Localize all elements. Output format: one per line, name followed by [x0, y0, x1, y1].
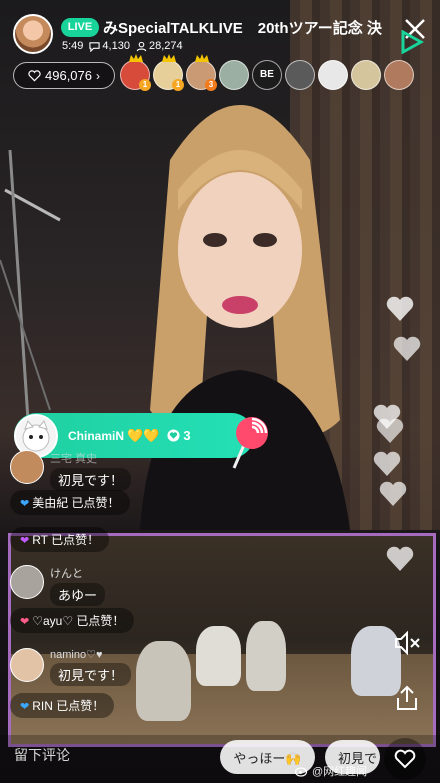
chat-like-bubble: ❤ RIN 已点赞！: [10, 693, 115, 718]
chat-like: ❤ 美由紀 已点赞！: [10, 490, 130, 515]
chat-text-block: けんと あゆー: [50, 565, 106, 606]
chat-like-text: ♡ayu♡ 已点赞！: [32, 614, 125, 628]
rank-badge: 1: [139, 79, 151, 91]
chat-like-text: 美由紀 已点赞！: [32, 496, 120, 510]
share-icon[interactable]: [393, 684, 421, 712]
top-viewer-list: 1 1 3 BE: [120, 54, 414, 91]
weibo-icon: [295, 767, 308, 777]
rank-badge: 3: [205, 79, 217, 91]
likes-value: 496,076: [45, 68, 92, 83]
chat-message: namino♡♥ 初見です！: [10, 648, 132, 686]
chat-message: 三宅 真史 初見です！: [10, 450, 132, 491]
heart-icon: ❤: [20, 535, 30, 547]
crown-icon: [195, 54, 209, 62]
gift-count-value: 3: [183, 428, 191, 443]
crown-icon: [162, 54, 176, 62]
pip-person-figure: [136, 641, 191, 721]
rank-badge: 1: [172, 79, 184, 91]
gift-sender-name: ChinamiN: [68, 428, 125, 443]
likes-counter[interactable]: 496,076 ›: [13, 62, 115, 89]
chat-message-body: 三宅 真史 初見です！: [10, 450, 132, 491]
heart-outline-icon: [28, 69, 41, 81]
chat-username: 三宅 真史: [50, 453, 98, 465]
host-avatar[interactable]: [13, 14, 53, 54]
elapsed-time: 5:49: [62, 40, 84, 52]
gift-hearts: 💛💛: [127, 427, 160, 443]
like-button[interactable]: [384, 738, 426, 780]
heart-icon: ❤: [20, 498, 30, 510]
viewer-avatar[interactable]: [219, 60, 249, 90]
heart-icon: ❤: [20, 701, 30, 713]
chat-like-bubble: ❤ 美由紀 已点赞！: [10, 490, 130, 515]
viewer-avatar-be[interactable]: BE: [252, 60, 282, 90]
comment-count-value: 4,130: [102, 40, 130, 52]
viewer-avatar[interactable]: [351, 60, 381, 90]
bottom-bar: 留下评论 やっほー🙌 初見で: [0, 735, 440, 783]
viewer-avatar[interactable]: [285, 60, 315, 90]
watermark: @网红趣闻: [295, 763, 367, 779]
stream-title: みSpecialTALKLIVE 20thツアー記念 決: [103, 20, 382, 37]
top-bar: LIVE みSpecialTALKLIVE 20thツアー記念 決 5:49 4…: [0, 0, 440, 95]
stream-stats: 5:49 4,130 28,274: [62, 40, 183, 52]
floating-heart-icon: [386, 546, 414, 571]
chat-text: あゆー: [50, 583, 106, 606]
viewer-count-value: 28,274: [148, 40, 183, 52]
chat-like-bubble: ❤ ♡ayu♡ 已点赞！: [10, 608, 135, 633]
chevron-right-icon: ›: [96, 68, 100, 83]
gift-count: 3: [167, 428, 191, 443]
comment-input[interactable]: 留下评论: [14, 745, 70, 765]
watermark-text: @网红趣闻: [312, 766, 368, 778]
pip-person-figure: [196, 626, 241, 686]
floating-heart-icon: [373, 451, 401, 476]
viewer-label: BE: [260, 69, 274, 80]
chat-like: ❤ RT 已点赞！: [10, 527, 110, 552]
viewer-count: 28,274: [136, 40, 183, 52]
chat-text-block: namino♡♥ 初見です！: [50, 648, 132, 686]
chat-text: 初見です！: [50, 663, 132, 686]
chat-username: namino♡♥: [50, 649, 103, 661]
mic-stand-graphic: [0, 150, 61, 450]
chat-message-body: けんと あゆー: [10, 565, 106, 606]
floating-heart-icon: [376, 418, 404, 443]
chat-username: けんと: [50, 568, 83, 580]
chat-user-avatar[interactable]: [10, 565, 44, 599]
chat-user-avatar[interactable]: [10, 450, 44, 484]
chat-like: ❤ ♡ayu♡ 已点赞！: [10, 608, 135, 633]
chat-user-avatar[interactable]: [10, 648, 44, 682]
chat-like-text: RIN 已点赞！: [32, 699, 105, 713]
viewer-avatar[interactable]: 1: [153, 54, 184, 91]
chat-message-body: namino♡♥ 初見です！: [10, 648, 132, 686]
pip-person-figure: [246, 621, 286, 691]
person-icon: [136, 41, 147, 51]
floating-heart-icon: [386, 296, 414, 321]
brand-logo-icon: [401, 30, 424, 54]
viewer-avatar[interactable]: 1: [120, 54, 151, 91]
lollipop-gift-icon: [232, 417, 268, 469]
floating-heart-icon: [393, 336, 421, 361]
heart-circle-icon: [167, 429, 180, 442]
floating-heart-icon: [379, 481, 407, 506]
comment-icon: [89, 41, 101, 52]
chat-like-text: RT 已点赞！: [32, 533, 100, 547]
chat-like-bubble: ❤ RT 已点赞！: [10, 527, 110, 552]
viewer-avatar[interactable]: [318, 60, 348, 90]
chat-text: 初見です！: [50, 468, 132, 491]
chat-message: けんと あゆー: [10, 565, 106, 606]
viewer-avatar[interactable]: 3: [186, 54, 217, 91]
viewer-avatar[interactable]: [384, 60, 414, 90]
comment-count: 4,130: [89, 40, 130, 52]
crown-icon: [129, 54, 143, 62]
heart-outline-icon: [394, 749, 416, 769]
chat-like: ❤ RIN 已点赞！: [10, 693, 115, 718]
mute-icon[interactable]: [392, 628, 422, 658]
heart-icon: ❤: [20, 616, 30, 628]
chat-text-block: 三宅 真史 初見です！: [50, 450, 132, 491]
live-badge: LIVE: [61, 18, 99, 37]
